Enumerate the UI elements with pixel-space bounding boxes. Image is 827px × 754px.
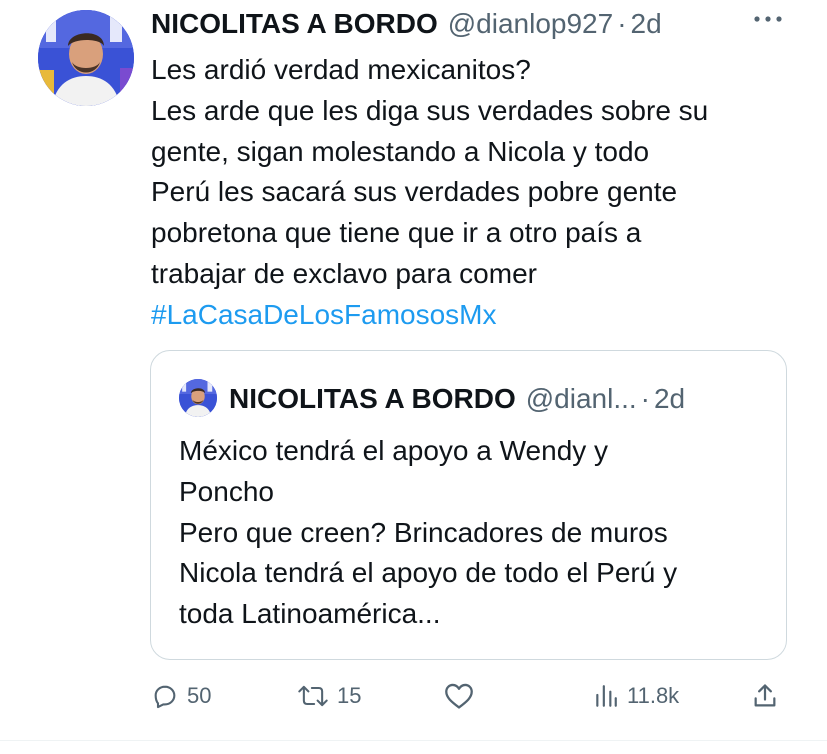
separator-dot: ·: [640, 383, 650, 414]
quoted-text-line: Poncho: [179, 475, 274, 507]
tweet-timestamp[interactable]: 2d: [631, 8, 662, 40]
quoted-text-line: México tendrá el apoyo a Wendy y: [179, 435, 609, 466]
heart-icon: [443, 682, 475, 710]
quoted-handle[interactable]: @dianl...: [526, 383, 637, 415]
quoted-text-line: toda Latinoamérica...: [179, 598, 441, 630]
retweet-button[interactable]: 15: [297, 672, 361, 720]
views-count: 11.8k: [627, 683, 680, 708]
views-icon: [593, 683, 619, 709]
share-button[interactable]: [751, 672, 779, 720]
quoted-avatar[interactable]: [179, 379, 217, 417]
quoted-text-line: Nicola tendrá el apoyo de todo el Perú y: [179, 557, 678, 589]
reply-count: 50: [187, 683, 212, 708]
share-icon: [751, 682, 779, 710]
like-button[interactable]: [443, 672, 483, 720]
tweet-text-line: Les arde que les diga sus verdades sobre…: [151, 94, 709, 126]
reply-icon: [151, 682, 179, 710]
tweet-text-line: Perú les sacará sus verdades pobre gente: [151, 176, 678, 208]
reply-button[interactable]: 50: [151, 672, 211, 720]
bottom-divider: [0, 740, 827, 741]
hashtag-link[interactable]: #LaCasaDeLosFamososMx: [151, 295, 801, 336]
quoted-text-line: Pero que creen? Brincadores de muros: [179, 516, 668, 548]
retweet-count: 15: [337, 683, 362, 708]
quoted-header: NICOLITAS A BORDO @dianl... · 2d: [229, 379, 685, 419]
tweet-text-line: gente, sigan molestando a Nicola y todo: [151, 135, 650, 167]
avatar[interactable]: [38, 10, 134, 106]
author-display-name[interactable]: NICOLITAS A BORDO: [151, 8, 438, 40]
retweet-icon: [297, 682, 329, 710]
tweet-text: Les ardió verdad mexicanitos? Les arde q…: [151, 50, 801, 336]
tweet-text-line: Les ardió verdad mexicanitos?: [151, 54, 531, 85]
quoted-text: México tendrá el apoyo a Wendy y Poncho …: [179, 431, 769, 635]
quoted-tweet[interactable]: NICOLITAS A BORDO @dianl... · 2d México …: [150, 350, 787, 660]
action-bar: 50 15 11.8k: [151, 672, 791, 720]
more-options-button[interactable]: [748, 4, 788, 34]
quoted-timestamp[interactable]: 2d: [654, 383, 685, 415]
tweet-header: NICOLITAS A BORDO @dianlop927 · 2d: [151, 6, 807, 42]
more-horizontal-icon: [753, 10, 783, 28]
quoted-display-name[interactable]: NICOLITAS A BORDO: [229, 383, 516, 415]
tweet-text-line: pobretona que tiene que ir a otro país a: [151, 217, 642, 249]
author-handle[interactable]: @dianlop927: [448, 8, 613, 40]
tweet[interactable]: NICOLITAS A BORDO @dianlop927 · 2d Les a…: [0, 0, 827, 754]
separator-dot: ·: [617, 8, 627, 39]
tweet-text-line: trabajar de exclavo para comer: [151, 257, 537, 289]
views-button[interactable]: 11.8k: [593, 672, 679, 720]
